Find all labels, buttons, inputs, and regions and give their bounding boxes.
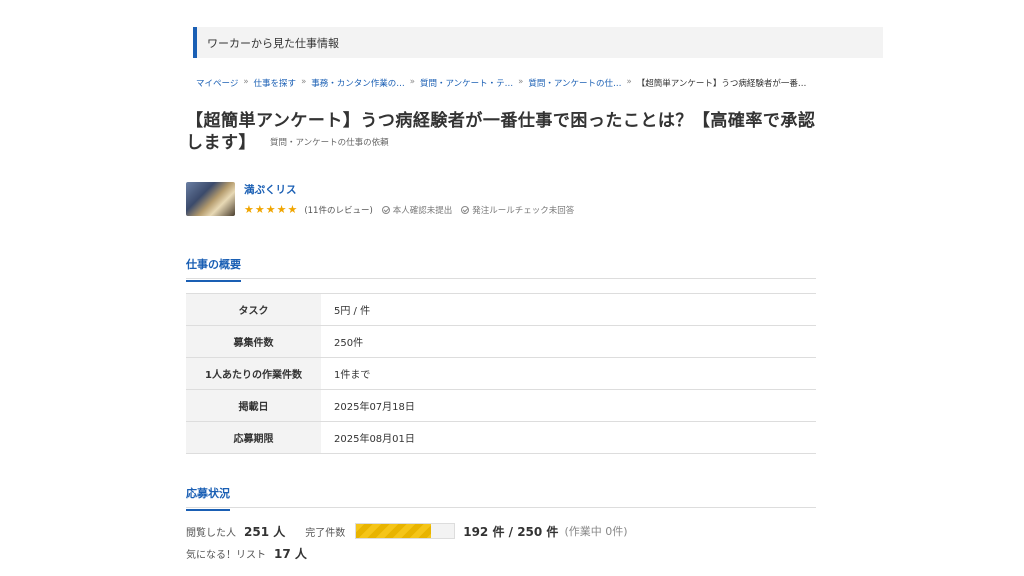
completion-progress-bar — [355, 523, 456, 539]
row-label-deadline: 応募期限 — [186, 421, 321, 454]
row-value-deadline: 2025年08月01日 — [334, 434, 415, 445]
table-row: 募集件数 250件 — [186, 325, 816, 358]
breadcrumb-office-work[interactable]: 事務・カンタン作業の… — [311, 77, 405, 89]
rating-stars: ★★★★★ — [244, 203, 299, 216]
job-category[interactable]: 質問・アンケートの仕事の依頼 — [270, 138, 389, 148]
stats-row-views: 閲覧した人 251 人 完了件数 192 件 / 250 件 (作業中 0件) — [186, 522, 628, 540]
completed-label: 完了件数 — [305, 527, 346, 539]
client-name[interactable]: 満ぷくリス — [244, 182, 574, 197]
breadcrumb-separator: » — [301, 77, 307, 87]
completed-count: 192 件 / 250 件 — [463, 524, 559, 539]
page-header: ワーカーから見た仕事情報 — [193, 27, 883, 58]
table-row: 1人あたりの作業件数 1件まで — [186, 357, 816, 390]
application-stats: 閲覧した人 251 人 完了件数 192 件 / 250 件 (作業中 0件) … — [186, 522, 628, 566]
breadcrumb-separator: » — [518, 77, 524, 87]
table-row: 掲載日 2025年07月18日 — [186, 389, 816, 422]
avatar[interactable] — [186, 182, 235, 216]
breadcrumb-survey-test[interactable]: 質問・アンケート・テ… — [420, 77, 513, 89]
check-circle-icon — [461, 205, 470, 214]
row-value-posted-date: 2025年07月18日 — [334, 402, 415, 413]
breadcrumb-mypage[interactable]: マイページ — [196, 77, 238, 89]
identity-status-text: 本人確認未提出 — [392, 205, 453, 216]
rule-check-status-text: 発注ルールチェック未回答 — [472, 205, 575, 216]
in-progress-count: (作業中 0件) — [564, 525, 628, 538]
breadcrumb-survey-jobs[interactable]: 質問・アンケートの仕… — [528, 77, 621, 89]
client-profile: 満ぷくリス ★★★★★ (11件のレビュー) 本人確認未提出 発注ルールチェック… — [186, 182, 574, 216]
client-info: 満ぷくリス ★★★★★ (11件のレビュー) 本人確認未提出 発注ルールチェック… — [244, 182, 574, 216]
overview-section-header: 仕事の概要 — [186, 253, 816, 282]
favorites-label: 気になる！リスト — [186, 549, 266, 561]
status-section-header: 応募状況 — [186, 482, 816, 511]
client-meta: ★★★★★ (11件のレビュー) 本人確認未提出 発注ルールチェック未回答 — [244, 203, 574, 216]
views-count: 251 人 — [244, 524, 286, 539]
rule-check-status: 発注ルールチェック未回答 — [461, 204, 574, 216]
table-row: タスク 5円 / 件 — [186, 293, 816, 326]
status-heading: 応募状況 — [186, 485, 230, 511]
review-count-link[interactable]: (11件のレビュー) — [304, 204, 372, 216]
page-header-title: ワーカーから見た仕事情報 — [207, 36, 339, 50]
row-value-recruit-count: 250件 — [334, 338, 364, 349]
row-label-posted-date: 掲載日 — [186, 389, 321, 422]
views-label: 閲覧した人 — [186, 527, 236, 539]
breadcrumb-separator: » — [626, 77, 632, 87]
breadcrumb-find-jobs[interactable]: 仕事を探す — [254, 77, 297, 89]
identity-status: 本人確認未提出 — [381, 204, 453, 216]
row-label-recruit-count: 募集件数 — [186, 325, 321, 358]
check-circle-icon — [381, 205, 390, 214]
row-label-task: タスク — [186, 293, 321, 326]
breadcrumb-separator: » — [409, 77, 415, 87]
breadcrumb: マイページ » 仕事を探す » 事務・カンタン作業の… » 質問・アンケート・テ… — [196, 77, 886, 89]
row-value-per-person: 1件まで — [334, 370, 371, 381]
table-row: 応募期限 2025年08月01日 — [186, 421, 816, 454]
breadcrumb-current: 【超簡単アンケート】うつ病経験者が一番… — [636, 79, 807, 89]
row-value-task: 5円 / 件 — [334, 306, 371, 317]
overview-table: タスク 5円 / 件 募集件数 250件 1人あたりの作業件数 1件まで 掲載日… — [186, 293, 816, 454]
completion-progress-fill — [356, 524, 432, 538]
stats-row-favorites: 気になる！リスト 17 人 — [186, 544, 628, 562]
job-title: 【超簡単アンケート】うつ病経験者が一番仕事で困ったことは？【高確率で承認します】… — [186, 110, 826, 154]
overview-heading: 仕事の概要 — [186, 256, 241, 282]
breadcrumb-separator: » — [243, 77, 249, 87]
favorites-count: 17 人 — [274, 546, 307, 561]
row-label-per-person: 1人あたりの作業件数 — [186, 357, 321, 390]
